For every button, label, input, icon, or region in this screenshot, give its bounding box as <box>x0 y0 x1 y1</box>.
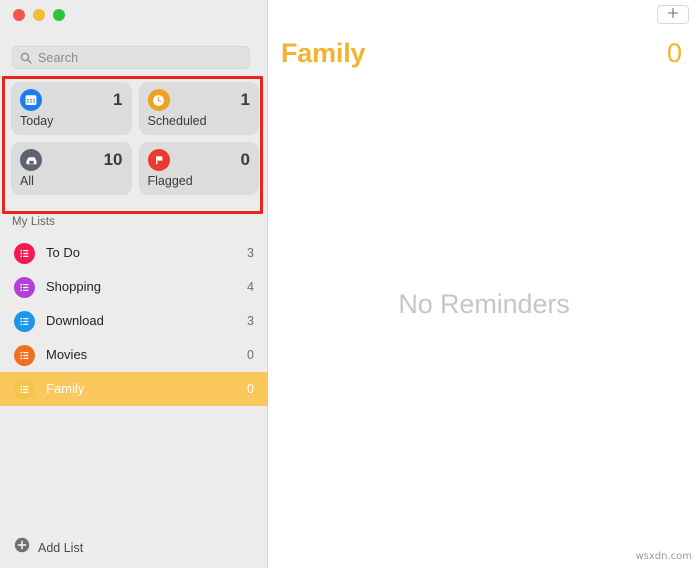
clock-icon <box>147 89 170 111</box>
smart-lists-grid: 1 Today 1 Scheduled 10 All 0 Flagged <box>11 82 259 195</box>
smart-list-scheduled[interactable]: 1 Scheduled <box>138 82 259 135</box>
add-list-button[interactable]: Add List <box>14 537 83 558</box>
calendar-icon <box>20 89 42 111</box>
empty-state-message: No Reminders <box>398 289 570 319</box>
plus-circle-icon <box>14 537 30 558</box>
my-lists-header: My Lists <box>12 216 55 228</box>
smart-list-today[interactable]: 1 Today <box>11 82 132 135</box>
list-item-count: 4 <box>247 280 254 294</box>
search-box[interactable]: Search <box>12 46 250 69</box>
smart-list-flagged-top: 0 <box>147 149 250 171</box>
main-header: Family 0 <box>281 38 682 69</box>
list-icon <box>14 242 35 264</box>
list-item-label: Shopping <box>46 279 101 294</box>
reminder-count: 0 <box>666 38 682 68</box>
smart-list-flagged[interactable]: 0 Flagged <box>138 142 259 195</box>
list-item-count: 0 <box>247 348 254 362</box>
smart-list-today-top: 1 <box>20 89 123 111</box>
main-content: Family 0 No Reminders wsxdn.com <box>268 0 700 568</box>
minimize-button[interactable] <box>33 9 45 21</box>
list-item-to-do[interactable]: To Do 3 <box>0 236 268 270</box>
maximize-button[interactable] <box>53 9 65 21</box>
smart-list-all-top: 10 <box>20 149 123 171</box>
search-field[interactable]: Search <box>12 46 250 69</box>
search-placeholder: Search <box>38 50 79 65</box>
list-item-label: Download <box>46 313 104 328</box>
smart-list-all-label: All <box>20 174 34 188</box>
flag-icon <box>147 149 170 171</box>
smart-list-scheduled-count: 1 <box>240 90 250 109</box>
list-item-download[interactable]: Download 3 <box>0 304 268 338</box>
add-list-label: Add List <box>38 540 84 555</box>
add-reminder-button[interactable] <box>657 5 689 24</box>
list-item-movies[interactable]: Movies 0 <box>0 338 268 372</box>
watermark: wsxdn.com <box>635 551 692 562</box>
list-item-count: 0 <box>247 382 254 396</box>
smart-list-scheduled-label: Scheduled <box>147 114 207 128</box>
smart-list-today-count: 1 <box>113 90 123 109</box>
list-icon <box>14 378 35 400</box>
list-item-label: Family <box>46 381 85 396</box>
smart-list-flagged-label: Flagged <box>147 174 193 188</box>
sidebar: Search 1 Today 1 Scheduled 10 All 0 Flag… <box>0 0 268 568</box>
list-item-count: 3 <box>247 246 254 260</box>
close-button[interactable] <box>13 9 25 21</box>
list-item-family[interactable]: Family 0 <box>0 372 268 406</box>
list-icon <box>14 310 35 332</box>
page-title: Family <box>281 38 366 68</box>
list-item-count: 3 <box>247 314 254 328</box>
tray-icon <box>20 149 42 171</box>
list-item-label: To Do <box>46 245 80 260</box>
smart-list-all[interactable]: 10 All <box>11 142 132 195</box>
smart-list-scheduled-top: 1 <box>147 89 250 111</box>
my-lists: To Do 3 Shopping 4 Download 3 Movies 0 F… <box>0 236 268 406</box>
smart-list-flagged-count: 0 <box>240 150 250 169</box>
list-item-shopping[interactable]: Shopping 4 <box>0 270 268 304</box>
plus-icon <box>667 6 679 24</box>
smart-list-today-label: Today <box>20 114 54 128</box>
list-icon <box>14 276 35 298</box>
list-icon <box>14 344 35 366</box>
search-icon <box>20 52 32 64</box>
list-item-label: Movies <box>46 347 88 362</box>
reminders-window: Search 1 Today 1 Scheduled 10 All 0 Flag… <box>0 0 700 568</box>
window-controls <box>13 9 65 21</box>
smart-list-all-count: 10 <box>103 150 123 169</box>
